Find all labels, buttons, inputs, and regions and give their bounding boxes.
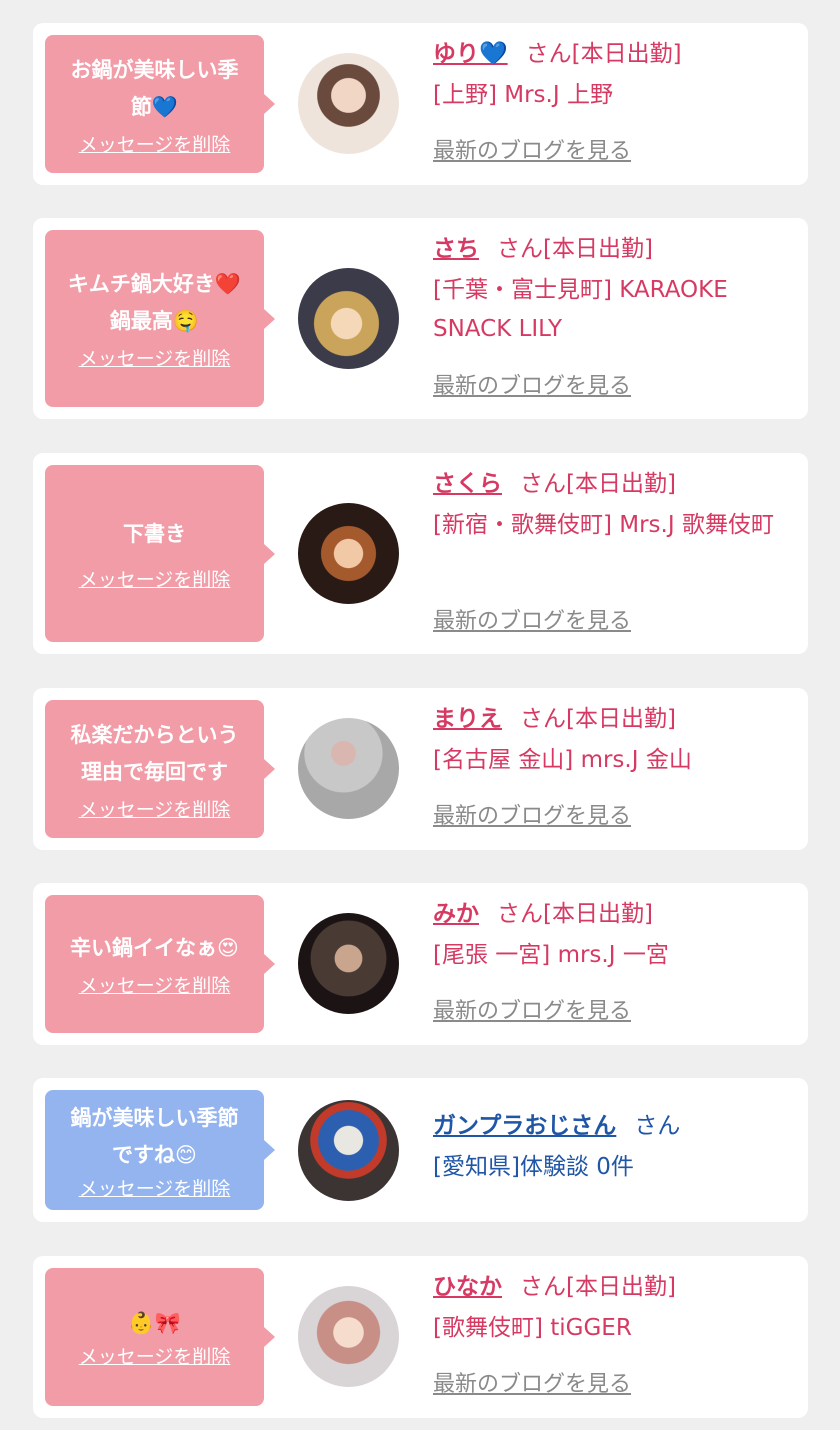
delete-message-link[interactable]: メッセージを削除: [79, 344, 231, 371]
latest-blog-link[interactable]: 最新のブログを見る: [433, 802, 631, 832]
message-bubble: 👶🎀 メッセージを削除: [45, 1268, 275, 1406]
profile-info: みか さん[本日出勤] [尾張 一宮] mrs.J 一宮 最新のブログを見る: [433, 897, 794, 1024]
delete-message-link[interactable]: メッセージを削除: [79, 130, 231, 157]
profile-status: さん[本日出勤]: [520, 471, 676, 497]
delete-message-link[interactable]: メッセージを削除: [79, 1174, 231, 1201]
message-bubble: 辛い鍋イイなぁ😍 メッセージを削除: [45, 895, 275, 1033]
shop-name: [歌舞伎町] tiGGER: [433, 1315, 632, 1341]
message-text: キムチ鍋大好き❤️ 鍋最高🤤: [67, 272, 242, 333]
shop-name: [新宿・歌舞伎町] Mrs.J 歌舞伎町: [433, 512, 774, 538]
message-text: お鍋が美味しい季 節💙: [70, 57, 239, 119]
message-text: 私楽だからという 理由で毎回です: [70, 722, 239, 784]
shop-name: [上野] Mrs.J 上野: [433, 82, 613, 108]
shop-name: [愛知県]体験談 0件: [433, 1154, 634, 1180]
profile-status: さん[本日出勤]: [525, 41, 682, 67]
profile-name-link[interactable]: まりえ: [433, 706, 502, 732]
profile-name-link[interactable]: みか: [433, 901, 479, 927]
message-bubble: 鍋が美味しい季節 ですね😊 メッセージを削除: [45, 1090, 275, 1210]
delete-message-link[interactable]: メッセージを削除: [79, 565, 231, 592]
message-list: お鍋が美味しい季 節💙 メッセージを削除 ゆり💙 さん[本日出勤] [上野] Mr…: [0, 0, 840, 1430]
delete-message-link[interactable]: メッセージを削除: [79, 795, 231, 822]
message-bubble: キムチ鍋大好き❤️ 鍋最高🤤 メッセージを削除: [45, 230, 275, 407]
delete-message-link[interactable]: メッセージを削除: [79, 971, 231, 998]
profile-status: さん: [634, 1113, 681, 1139]
message-bubble: 私楽だからという 理由で毎回です メッセージを削除: [45, 700, 275, 838]
avatar[interactable]: [298, 718, 399, 819]
profile-info: さくら さん[本日出勤] [新宿・歌舞伎町] Mrs.J 歌舞伎町 最新のブログを…: [433, 467, 794, 634]
profile-name-link[interactable]: ガンプラおじさん: [433, 1113, 616, 1139]
avatar[interactable]: [298, 503, 399, 604]
message-card: 下書き メッセージを削除 さくら さん[本日出勤] [新宿・歌舞伎町] Mrs.J…: [33, 453, 808, 654]
message-card: お鍋が美味しい季 節💙 メッセージを削除 ゆり💙 さん[本日出勤] [上野] Mr…: [33, 23, 808, 185]
message-bubble: お鍋が美味しい季 節💙 メッセージを削除: [45, 35, 275, 173]
message-card: キムチ鍋大好き❤️ 鍋最高🤤 メッセージを削除 さち さん[本日出勤] [千葉・富…: [33, 218, 808, 419]
profile-name-link[interactable]: さち: [433, 236, 479, 262]
avatar[interactable]: [298, 1100, 399, 1201]
avatar[interactable]: [298, 913, 399, 1014]
profile-info: ひなか さん[本日出勤] [歌舞伎町] tiGGER 最新のブログを見る: [433, 1270, 794, 1397]
delete-message-link[interactable]: メッセージを削除: [79, 1342, 231, 1369]
shop-name: [千葉・富士見町] KARAOKE SNACK LILY: [433, 277, 728, 342]
message-card: 私楽だからという 理由で毎回です メッセージを削除 まりえ さん[本日出勤] [名…: [33, 688, 808, 850]
latest-blog-link[interactable]: 最新のブログを見る: [433, 1370, 631, 1400]
message-text: 鍋が美味しい季節 ですね😊: [70, 1105, 239, 1167]
avatar[interactable]: [298, 1286, 399, 1387]
profile-name-link[interactable]: さくら: [433, 471, 502, 497]
message-text: 辛い鍋イイなぁ😍: [70, 936, 239, 960]
profile-info: さち さん[本日出勤] [千葉・富士見町] KARAOKE SNACK LILY …: [433, 232, 794, 399]
profile-info: まりえ さん[本日出勤] [名古屋 金山] mrs.J 金山 最新のブログを見る: [433, 702, 794, 829]
profile-status: さん[本日出勤]: [497, 236, 653, 262]
message-text: 👶🎀: [128, 1311, 181, 1335]
avatar[interactable]: [298, 268, 399, 369]
avatar[interactable]: [298, 53, 399, 154]
latest-blog-link[interactable]: 最新のブログを見る: [433, 607, 631, 637]
message-text: 下書き: [123, 521, 186, 546]
profile-info: ガンプラおじさん さん [愛知県]体験談 0件: [433, 1109, 794, 1187]
message-bubble: 下書き メッセージを削除: [45, 465, 275, 642]
message-card: 鍋が美味しい季節 ですね😊 メッセージを削除 ガンプラおじさん さん [愛知県]体…: [33, 1078, 808, 1222]
profile-status: さん[本日出勤]: [520, 706, 676, 732]
message-card: 👶🎀 メッセージを削除 ひなか さん[本日出勤] [歌舞伎町] tiGGER 最新…: [33, 1256, 808, 1418]
profile-name-link[interactable]: ひなか: [433, 1274, 502, 1300]
profile-status: さん[本日出勤]: [497, 901, 653, 927]
latest-blog-link[interactable]: 最新のブログを見る: [433, 997, 631, 1027]
profile-status: さん[本日出勤]: [520, 1274, 676, 1300]
latest-blog-link[interactable]: 最新のブログを見る: [433, 372, 631, 402]
profile-info: ゆり💙 さん[本日出勤] [上野] Mrs.J 上野 最新のブログを見る: [433, 37, 794, 164]
latest-blog-link[interactable]: 最新のブログを見る: [433, 137, 631, 167]
message-card: 辛い鍋イイなぁ😍 メッセージを削除 みか さん[本日出勤] [尾張 一宮] mrs…: [33, 883, 808, 1045]
shop-name: [名古屋 金山] mrs.J 金山: [433, 747, 692, 773]
shop-name: [尾張 一宮] mrs.J 一宮: [433, 942, 669, 968]
profile-name-link[interactable]: ゆり💙: [433, 41, 508, 67]
